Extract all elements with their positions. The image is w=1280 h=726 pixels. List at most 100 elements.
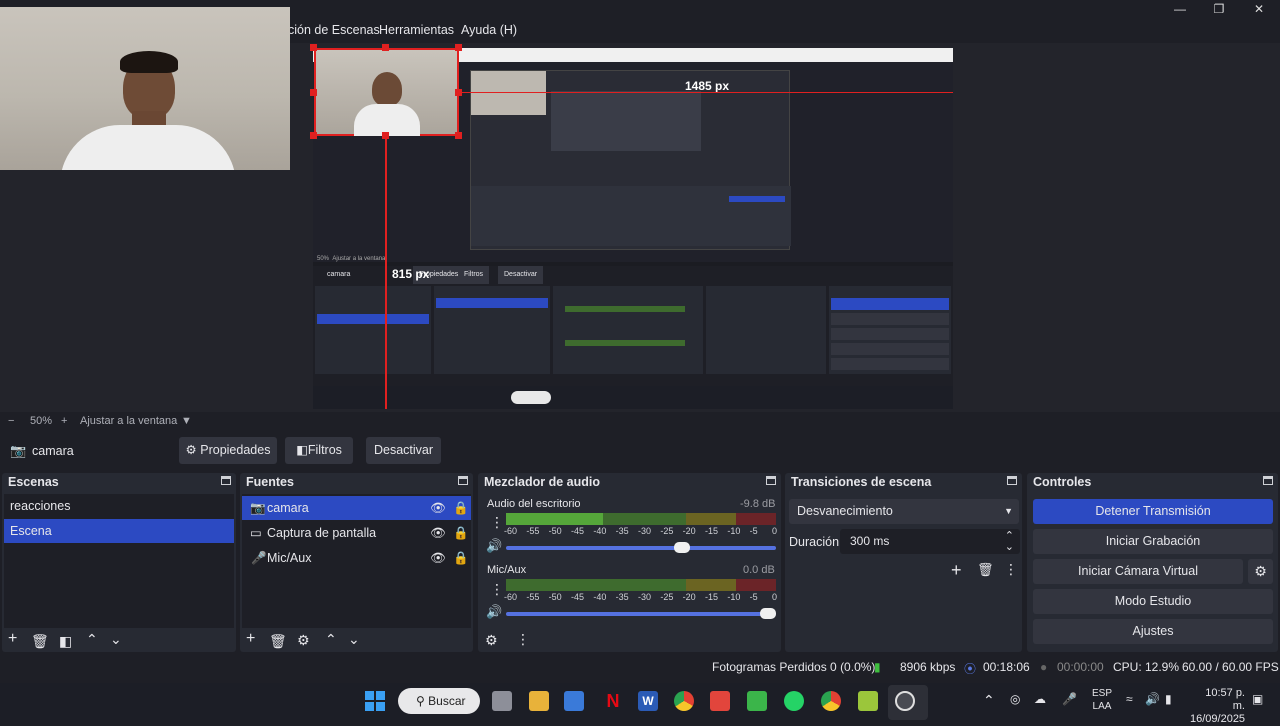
popout-icon[interactable] [221,476,231,485]
source-item[interactable]: 📷 camara 👁 🔒 [242,496,471,520]
popout-icon[interactable] [766,476,776,485]
netflix-icon[interactable]: N [603,691,623,711]
chevron-down-icon[interactable]: ▼ [181,415,192,427]
spin-down-icon[interactable]: ⌄ [1005,535,1014,560]
filter-icon[interactable]: ◧ [59,634,72,648]
add-icon[interactable]: + [8,631,17,647]
virtual-camera-settings-button[interactable]: ⚙ [1248,559,1273,584]
taskbar-search[interactable]: ⚲ Buscar [398,688,480,714]
settings-button[interactable]: Ajustes [1033,619,1273,644]
filters-button[interactable]: ◧Filtros [285,437,353,464]
chrome-icon[interactable] [674,691,694,711]
eye-icon[interactable]: 👁 [430,521,446,545]
popout-icon[interactable] [458,476,468,485]
menu-tools[interactable]: Herramientas [379,23,454,37]
properties-button[interactable]: ⚙ Propiedades [179,437,277,464]
more-icon[interactable]: ⋮ [1004,561,1018,578]
duration-input[interactable]: 300 ms ⌃ ⌄ [840,529,1020,554]
guide-v [385,137,387,409]
source-item[interactable]: 🎤 Mic/Aux 👁 🔒 [242,546,471,570]
add-transition-icon[interactable]: + [951,560,962,581]
zoom-in-button[interactable]: + [61,415,67,427]
task-view-icon[interactable] [492,691,512,711]
eye-icon[interactable]: 👁 [430,496,446,520]
advanced-audio-icon[interactable]: ⚙ [485,633,498,647]
trash-icon[interactable]: 🗑 [977,562,994,578]
resize-handle[interactable] [382,132,389,139]
start-virtual-camera-button[interactable]: Iniciar Cámara Virtual [1033,559,1243,584]
close-button[interactable]: ✕ [1239,0,1279,19]
speaker-icon[interactable]: 🔊 [486,538,502,554]
scene-item[interactable]: reacciones [4,494,234,518]
meter-tick-label: -30 [638,592,652,602]
notifications-icon[interactable]: ▣ [1252,692,1263,706]
resize-handle[interactable] [382,44,389,51]
meter-tick-label: -50 [548,592,562,602]
lock-icon[interactable]: 🔒 [453,496,469,520]
wifi-icon[interactable]: ≈ [1126,692,1133,706]
source-item[interactable]: ▭ Captura de pantalla 👁 🔒 [242,521,471,545]
word-icon[interactable]: W [638,691,658,711]
volume-icon[interactable]: 🔊 [1145,692,1160,706]
tray-obs-icon[interactable]: ◎ [1010,692,1020,706]
windows-start-icon[interactable] [365,691,385,711]
chevron-down-icon[interactable]: ⌄ [348,632,360,646]
game-icon[interactable] [747,691,767,711]
resize-handle[interactable] [455,132,462,139]
whatsapp-icon[interactable] [784,691,804,711]
tray-chevron-up-icon[interactable]: ⌃ [983,692,995,709]
cpu-usage: CPU: 12.9% [1113,660,1180,674]
volume-slider[interactable] [506,608,776,619]
volume-slider[interactable] [506,542,776,553]
popout-icon[interactable] [1263,476,1273,485]
maximize-button[interactable]: ❐ [1199,0,1239,19]
chevron-up-icon[interactable]: ⌃ [325,632,337,646]
studio-mode-button[interactable]: Modo Estudio [1033,589,1273,614]
chrome-profile-icon[interactable] [821,691,841,711]
gear-icon[interactable]: ⚙ [297,633,310,647]
lock-icon[interactable]: 🔒 [453,546,469,570]
store-icon[interactable] [564,691,584,711]
fit-window-label[interactable]: Ajustar a la ventana [80,415,177,427]
volume-slider-handle[interactable] [673,542,690,553]
channel-menu-icon[interactable]: ⋮ [490,581,504,598]
meter-tick-label: -25 [660,526,674,536]
trash-icon[interactable]: 🗑 [269,634,287,648]
camera-icon: 📷 [250,501,266,515]
file-explorer-icon[interactable] [529,691,549,711]
transition-select[interactable]: Desvanecimiento ▼ [789,499,1019,524]
menu-help[interactable]: Ayuda (H) [461,23,517,37]
lock-icon[interactable]: 🔒 [453,521,469,545]
bluestacks-icon[interactable] [858,691,878,711]
chevron-down-icon[interactable]: ⌄ [110,632,122,646]
resize-handle[interactable] [310,132,317,139]
battery-icon[interactable]: ▮ [1165,692,1172,706]
trash-icon[interactable]: 🗑 [31,634,49,648]
more-icon[interactable]: ⋮ [516,632,530,646]
selection-box[interactable] [314,48,459,136]
popout-icon[interactable] [1007,476,1017,485]
menu-scene-collection[interactable]: ción de Escenas [288,23,380,37]
eye-icon[interactable]: 👁 [430,546,446,570]
chevron-up-icon[interactable]: ⌃ [86,632,98,646]
clock[interactable]: 10:57 p. m. 16/09/2025 [1190,687,1245,726]
anydesk-icon[interactable] [710,691,730,711]
onedrive-icon[interactable]: ☁ [1034,692,1046,706]
add-icon[interactable]: + [246,631,255,647]
stop-streaming-button[interactable]: Detener Transmisión [1033,499,1273,524]
volume-slider-handle[interactable] [760,608,776,619]
meter-tick-label: -45 [571,526,585,536]
language-indicator[interactable]: ESP LAA [1092,687,1112,713]
microphone-icon[interactable]: 🎤 [1062,692,1077,706]
resize-handle[interactable] [455,44,462,51]
zoom-out-button[interactable]: − [8,415,14,427]
scene-item[interactable]: Escena [4,519,234,543]
start-recording-button[interactable]: Iniciar Grabación [1033,529,1273,554]
resize-handle[interactable] [455,89,462,96]
resize-handle[interactable] [310,89,317,96]
channel-menu-icon[interactable]: ⋮ [490,514,504,531]
minimize-button[interactable]: — [1160,0,1200,19]
speaker-icon[interactable]: 🔊 [486,604,502,620]
resize-handle[interactable] [310,44,317,51]
deactivate-button[interactable]: Desactivar [366,437,441,464]
